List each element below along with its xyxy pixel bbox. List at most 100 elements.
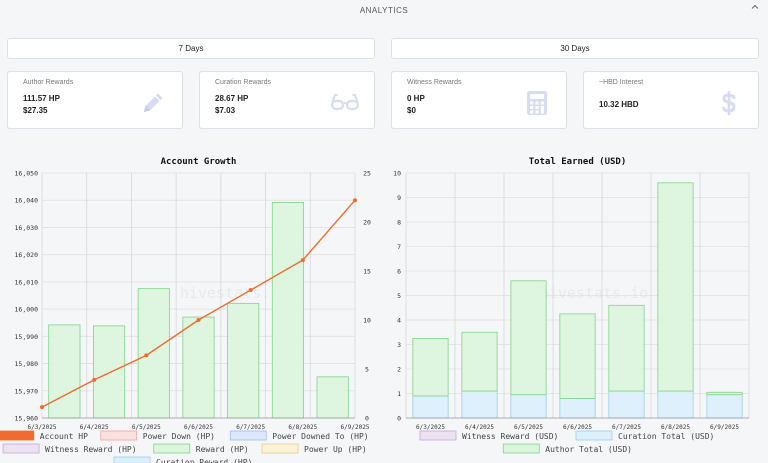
y-tick-label: 3 [397, 341, 401, 349]
x-tick-label: 6/6/2025 [563, 424, 592, 431]
x-tick-label: 6/3/2025 [416, 424, 445, 431]
y-tick-label: 1 [397, 390, 401, 398]
card-value-usd: $7.03 [215, 106, 236, 115]
card-value-hbd: 10.32 HBD [599, 100, 639, 109]
y-right-tick-label: 10 [363, 317, 371, 325]
y-left-tick-label: 16,040 [15, 197, 39, 205]
legend-label: Account HP [40, 432, 88, 441]
stacked-bar-segment [706, 394, 743, 419]
reward-bar [271, 202, 304, 419]
chevron-up-icon[interactable] [750, 2, 760, 12]
total-earned-chart: Total Earned (USD)109876543210hivestats.… [393, 157, 750, 454]
account-hp-point [144, 353, 149, 358]
x-tick-label: 6/5/2025 [514, 424, 543, 431]
legend-swatch [261, 443, 299, 454]
y-right-tick-label: 20 [363, 219, 371, 227]
card-value-hp: 111.57 HP [23, 94, 60, 103]
card-label: ~HBD Interest [599, 79, 644, 86]
y-left-tick-label: 15,960 [15, 415, 39, 423]
x-tick-label: 6/7/2025 [612, 424, 641, 431]
stacked-bar-segment [510, 394, 547, 419]
card-label: Witness Rewards [407, 79, 462, 86]
card-label: Curation Rewards [215, 79, 272, 86]
y-tick-label: 10 [393, 170, 401, 178]
stacked-bar-segment [608, 304, 645, 392]
y-tick-label: 2 [397, 366, 401, 374]
stacked-bar-segment [461, 390, 498, 419]
x-tick-label: 6/3/2025 [28, 424, 57, 431]
account-hp-point [40, 405, 44, 410]
y-tick-label: 0 [397, 415, 401, 423]
account-hp-point [353, 198, 357, 203]
legend-label: Power Up (HP) [304, 445, 367, 454]
card-value-usd: $27.35 [23, 106, 48, 115]
legend-label: Witness Reward (USD) [462, 432, 558, 441]
legend-label: Power Down (HP) [143, 432, 215, 441]
x-tick-label: 6/9/2025 [341, 424, 370, 431]
stacked-bar-segment [657, 182, 694, 392]
y-left-tick-label: 16,000 [15, 306, 39, 314]
account-hp-point [92, 377, 97, 382]
legend-label: Curation Reward (HP) [156, 458, 252, 463]
legend-swatch [100, 430, 138, 441]
glasses-icon [330, 94, 360, 111]
stacked-bar-segment [706, 391, 743, 396]
y-tick-label: 9 [397, 194, 401, 202]
card-label: Author Rewards [23, 79, 74, 86]
chart-title: Total Earned (USD) [529, 157, 627, 167]
stacked-bar-segment [461, 331, 498, 392]
y-tick-label: 4 [397, 317, 401, 325]
x-tick-label: 6/8/2025 [661, 424, 690, 431]
account-hp-point [300, 258, 305, 263]
y-tick-label: 7 [397, 243, 401, 251]
x-tick-label: 6/7/2025 [236, 424, 265, 431]
account-hp-point [248, 288, 253, 293]
legend-swatch [113, 456, 151, 463]
watermark: hivestats.io [540, 284, 648, 302]
hbd-interest-card: ~HBD Interest 10.32 HBD [583, 71, 759, 129]
legend-swatch [153, 443, 191, 454]
y-left-tick-label: 16,030 [15, 224, 39, 232]
legend-swatch [2, 443, 40, 454]
y-right-tick-label: 25 [363, 170, 371, 178]
y-tick-label: 5 [397, 292, 401, 300]
witness-rewards-card: Witness Rewards 0 HP $0 [391, 71, 567, 129]
legend-label: Power Downed To (HP) [272, 432, 368, 441]
y-right-tick-label: 0 [365, 415, 369, 423]
reward-bar [182, 316, 215, 419]
legend-swatch [419, 430, 457, 441]
legend-label: Author Total (USD) [545, 445, 632, 454]
pencil-icon [144, 93, 163, 112]
x-tick-label: 6/8/2025 [288, 424, 317, 431]
y-left-tick-label: 15,980 [15, 360, 39, 368]
reward-bar [93, 325, 126, 419]
range-30-days-button[interactable]: 30 Days [391, 38, 759, 59]
chart-title: Account Growth [161, 157, 237, 167]
stacked-bar-segment [510, 280, 547, 396]
account-hp-point [196, 318, 201, 322]
stacked-bar-segment [608, 390, 645, 419]
stacked-bar-segment [559, 313, 596, 399]
legend-swatch [0, 430, 35, 441]
author-rewards-card: Author Rewards 111.57 HP $27.35 [7, 71, 183, 129]
reward-bar [227, 302, 260, 419]
reward-bar [137, 288, 170, 419]
card-value-usd: $0 [407, 106, 416, 115]
reward-bar [316, 376, 349, 419]
y-left-tick-label: 15,970 [15, 387, 39, 395]
analytics-header: ANALYTICS [0, 0, 768, 18]
curation-rewards-card: Curation Rewards 28.67 HP $7.03 [199, 71, 375, 129]
y-left-tick-label: 16,020 [15, 251, 39, 259]
legend-label: Witness Reward (HP) [45, 445, 137, 454]
page-title: ANALYTICS [359, 6, 409, 15]
legend-label: Curation Total (USD) [618, 432, 714, 441]
stacked-bar-segment [412, 337, 449, 397]
legend-label: Reward (HP) [196, 445, 249, 454]
y-tick-label: 6 [397, 268, 401, 276]
y-left-tick-label: 16,050 [15, 170, 39, 178]
x-tick-label: 6/4/2025 [80, 424, 109, 431]
range-7-days-button[interactable]: 7 Days [7, 38, 375, 59]
y-left-tick-label: 16,010 [15, 278, 39, 286]
dollar-icon [722, 90, 736, 116]
stacked-bar-segment [657, 390, 694, 419]
